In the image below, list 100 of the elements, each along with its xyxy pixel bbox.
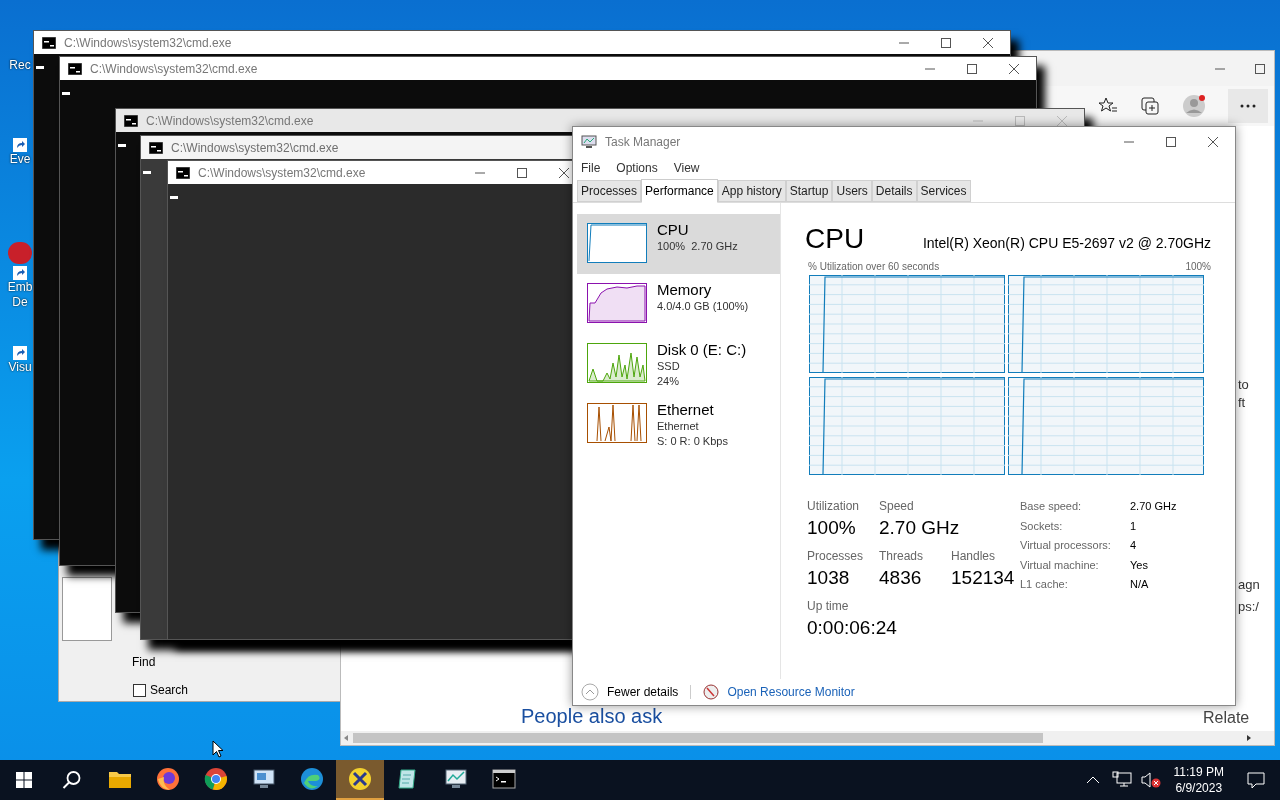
spec-label: L1 cache: [1020,577,1069,592]
menu-item[interactable]: Options [616,159,658,177]
collections-icon[interactable] [1140,96,1160,116]
favorites-icon[interactable] [1098,97,1118,115]
chevron-up-icon[interactable] [1085,775,1100,785]
maximize-icon[interactable] [516,166,528,179]
graph-caption: % Utilization over 60 seconds [808,260,940,274]
console-icon [492,769,516,789]
mouse-pointer-icon [212,740,224,758]
console-icon [124,114,138,127]
resource-monitor-link[interactable]: Open Resource Monitor [727,683,855,701]
text-cursor [118,144,126,147]
scrollbar-thumb[interactable] [353,733,1043,743]
text-cursor [143,171,151,174]
window-title: C:\Windows\system32\cmd.exe [64,34,232,52]
edge-icon [300,767,324,791]
stat-value: 2.70 GHz [879,516,960,540]
resource-detail: 24% [657,374,681,389]
fewer-details-button[interactable]: Fewer details [581,683,679,701]
close-icon[interactable] [982,36,994,49]
console-icon [176,166,190,179]
clock-time: 11:19 PM [1173,764,1224,780]
maximize-icon[interactable] [1254,62,1266,75]
page-text: to [1238,376,1249,394]
windows-logo-icon [16,772,32,788]
window-title: C:\Windows\system32\cmd.exe [171,139,339,157]
tab[interactable]: App history [717,180,786,202]
chrome-icon [204,767,228,791]
monitor-icon [581,135,597,149]
stat-value: 152134 [951,566,1015,590]
window-title: C:\Windows\system32\cmd.exe [198,164,366,182]
close-icon[interactable] [558,166,570,179]
tab[interactable]: Startup [785,180,833,202]
text-cursor [36,66,44,69]
menu-item[interactable]: View [673,159,700,177]
gauge-icon [703,684,720,700]
page-text: ps:/ [1238,598,1259,616]
icon-label: Emb [7,280,33,295]
panel-title: CPU [805,222,865,256]
clock-date: 6/9/2023 [1175,780,1223,796]
shortcut-icon[interactable] [13,266,27,280]
clock[interactable]: 11:19 PM 6/9/2023 [1165,764,1232,796]
processor-model: Intel(R) Xeon(R) CPU E5-2697 v2 @ 2.70GHz [922,234,1211,253]
profile-avatar-icon[interactable] [1182,94,1206,118]
icon-label: De [12,295,28,310]
icon-label: Visu [8,360,32,375]
tab[interactable]: Details [871,180,917,202]
search-checkbox[interactable]: Search [133,681,189,699]
close-icon[interactable] [1008,62,1020,75]
maximize-icon[interactable] [1165,136,1177,148]
tab[interactable]: Performance [641,179,718,203]
collapse-icon [581,683,599,701]
tab[interactable]: Users [832,180,872,202]
stat-label: Processes [807,548,865,565]
resource-detail: S: 0 R: 0 Kbps [657,434,728,449]
resource-detail: Ethernet [657,419,700,434]
muted-speaker-icon[interactable] [1139,771,1162,789]
spec-value: 4 [1130,538,1137,553]
page-text: agn [1238,576,1260,594]
spec-label: Virtual processors: [1020,538,1112,553]
resource-detail: 4.0/4.0 GB (100%) [657,299,749,314]
tab[interactable]: Services [916,180,971,202]
folder-icon [108,769,132,789]
graph-maximum: 100% [1185,260,1211,274]
stat-label: Handles [951,548,997,565]
icon-label: Eve [9,152,31,167]
stat-value: 100% [807,516,857,540]
shortcut-icon[interactable] [13,346,27,360]
stat-value: 4836 [879,566,923,590]
window-title: C:\Windows\system32\cmd.exe [90,60,258,78]
console-icon [42,36,56,49]
taskbar-app[interactable] [336,760,384,800]
spec-value: 2.70 GHz [1130,499,1177,514]
resource-detail: 100% 2.70 GHz [657,239,738,254]
page-text: ft [1238,394,1246,412]
list-box[interactable] [62,577,112,641]
stat-label: Utilization [807,498,861,515]
stat-label: Speed [879,498,915,515]
menu-item[interactable]: File [581,159,601,177]
section-heading: Relate [1203,708,1250,728]
close-icon[interactable] [1207,136,1219,148]
network-icon[interactable] [1111,771,1132,789]
x-mark-icon [348,767,372,791]
console-icon [68,62,82,75]
resource-detail: SSD [657,359,681,374]
resource-name: Memory [657,281,713,299]
maximize-icon[interactable] [940,36,952,49]
spec-value: 1 [1130,518,1137,534]
section-heading: People also ask [521,704,663,728]
tab[interactable]: Processes [577,180,642,202]
spec-label: Base speed: [1020,499,1083,514]
maximize-icon[interactable] [966,62,978,75]
fox-globe-icon [156,767,180,791]
notifications-icon[interactable] [1246,771,1266,789]
icon-label: Rec [9,58,31,73]
find-label: Find [132,654,156,671]
resource-name: CPU [657,221,690,239]
window-title: C:\Windows\system32\cmd.exe [146,112,314,130]
shortcut-icon[interactable] [13,138,27,152]
resource-item[interactable]: CPU 100% 2.70 GHz [577,214,780,274]
